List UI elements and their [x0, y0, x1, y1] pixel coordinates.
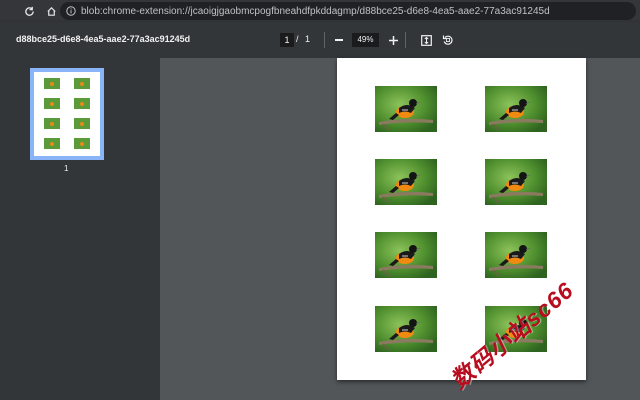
bird-image: [485, 232, 547, 278]
rotate-button[interactable]: [440, 32, 456, 48]
page-thumbnail[interactable]: [30, 68, 104, 160]
bird-image: [375, 232, 437, 278]
reload-icon[interactable]: [20, 2, 38, 20]
bird-image: [375, 306, 437, 352]
fit-to-page-icon: [420, 34, 432, 46]
plus-icon: [388, 35, 398, 45]
browser-address-bar: blob:chrome-extension://jcaoigjgaobmcpog…: [0, 0, 640, 22]
thumbnail-sidebar: 1: [0, 58, 160, 400]
pdf-viewport[interactable]: [160, 58, 640, 400]
page-separator: /: [296, 34, 299, 44]
thumbnail-page-label: 1: [64, 164, 69, 173]
home-icon[interactable]: [42, 2, 60, 20]
rotate-icon: [442, 35, 453, 45]
bird-image: [375, 86, 437, 132]
omnibox[interactable]: blob:chrome-extension://jcaoigjgaobmcpog…: [60, 2, 636, 20]
bird-image: [485, 159, 547, 205]
toolbar-divider: [324, 32, 325, 48]
pdf-toolbar: d88bce25-d6e8-4ea5-aae2-77a3ac91245d 1 /…: [0, 22, 640, 58]
thumb-grid: [44, 78, 90, 149]
info-icon[interactable]: [66, 6, 76, 16]
minus-icon: [335, 39, 343, 41]
zoom-out-button[interactable]: [331, 32, 347, 48]
zoom-level-input[interactable]: 49%: [352, 33, 379, 47]
thumbnail-preview: [44, 78, 90, 149]
pdf-page: [337, 58, 586, 380]
total-pages: 1: [305, 34, 311, 44]
bird-image: [375, 159, 437, 205]
url-text: blob:chrome-extension://jcaoigjgaobmcpog…: [81, 5, 550, 17]
page-number-input[interactable]: 1: [280, 33, 294, 47]
document-title: d88bce25-d6e8-4ea5-aae2-77a3ac91245d: [16, 34, 191, 44]
fit-to-page-button[interactable]: [418, 32, 434, 48]
toolbar-divider-2: [405, 32, 406, 48]
zoom-in-button[interactable]: [385, 32, 401, 48]
bird-image: [485, 86, 547, 132]
